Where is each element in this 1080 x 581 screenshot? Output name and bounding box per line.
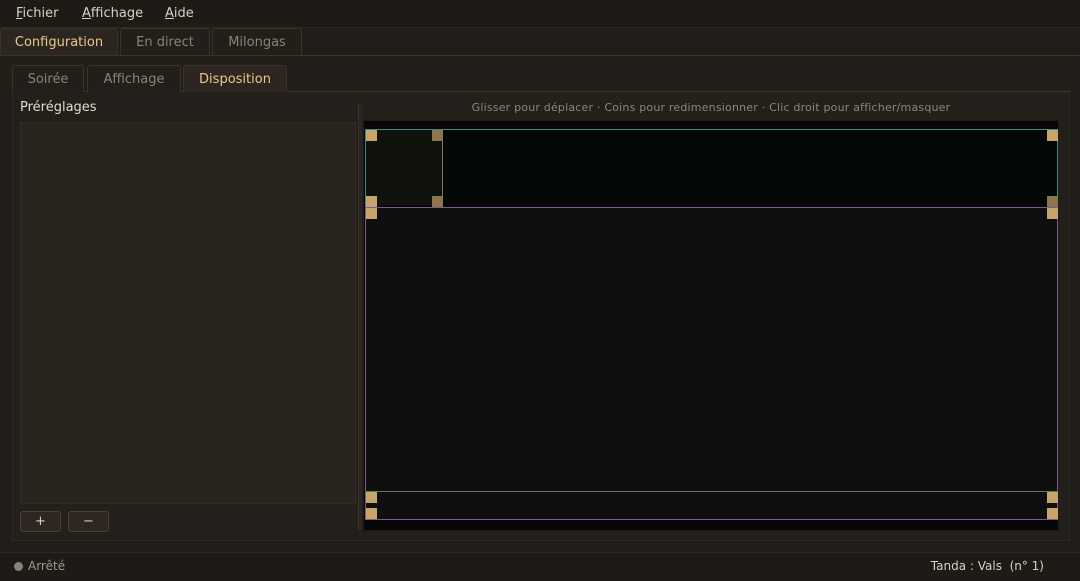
add-preset-button[interactable]: + bbox=[20, 511, 61, 532]
header-zone[interactable] bbox=[365, 129, 1058, 208]
menu-affichage-label: ffichage bbox=[90, 6, 144, 21]
resize-handle[interactable] bbox=[366, 196, 377, 207]
footer-zone[interactable] bbox=[366, 491, 1057, 520]
menu-affichage-mnemonic: A bbox=[82, 6, 91, 21]
playback-status: Arrêté bbox=[28, 559, 66, 573]
resize-handle[interactable] bbox=[1047, 508, 1058, 519]
resize-handle[interactable] bbox=[366, 208, 377, 219]
presets-list[interactable] bbox=[20, 122, 356, 504]
layout-hint: Glisser pour déplacer · Coins pour redim… bbox=[471, 101, 951, 114]
resize-handle[interactable] bbox=[1047, 196, 1058, 207]
resize-handle[interactable] bbox=[432, 196, 443, 207]
main-zone[interactable] bbox=[365, 207, 1058, 520]
status-bar bbox=[0, 552, 1080, 581]
presets-title: Préréglages bbox=[20, 100, 97, 115]
subtab-soiree[interactable]: Soirée bbox=[12, 65, 84, 92]
subtab-disposition[interactable]: Disposition bbox=[183, 65, 287, 92]
menu-bar: Fichier Affichage Aide bbox=[0, 0, 1080, 28]
menu-aide-label: ide bbox=[173, 6, 194, 21]
panel-splitter[interactable] bbox=[358, 104, 362, 530]
resize-handle[interactable] bbox=[366, 492, 377, 503]
tanda-info: Tanda : Vals (n° 1) bbox=[930, 559, 1044, 573]
layout-canvas[interactable] bbox=[363, 120, 1059, 531]
resize-handle[interactable] bbox=[1047, 492, 1058, 503]
tab-milongas[interactable]: Milongas bbox=[212, 28, 302, 55]
resize-handle[interactable] bbox=[432, 130, 443, 141]
menu-fichier-label: ichier bbox=[22, 6, 59, 21]
menu-fichier[interactable]: Fichier bbox=[16, 6, 59, 21]
subtab-affichage[interactable]: Affichage bbox=[87, 65, 181, 92]
resize-handle[interactable] bbox=[366, 508, 377, 519]
resize-handle[interactable] bbox=[1047, 208, 1058, 219]
remove-preset-button[interactable]: − bbox=[68, 511, 109, 532]
menu-aide[interactable]: Aide bbox=[165, 6, 194, 21]
status-indicator-icon bbox=[14, 562, 23, 571]
tab-configuration[interactable]: Configuration bbox=[0, 28, 118, 55]
resize-handle[interactable] bbox=[1047, 130, 1058, 141]
resize-handle[interactable] bbox=[366, 130, 377, 141]
tab-en-direct[interactable]: En direct bbox=[120, 28, 210, 55]
menu-aide-mnemonic: A bbox=[165, 6, 174, 21]
logo-zone[interactable] bbox=[366, 130, 443, 206]
menu-affichage[interactable]: Affichage bbox=[82, 6, 143, 21]
